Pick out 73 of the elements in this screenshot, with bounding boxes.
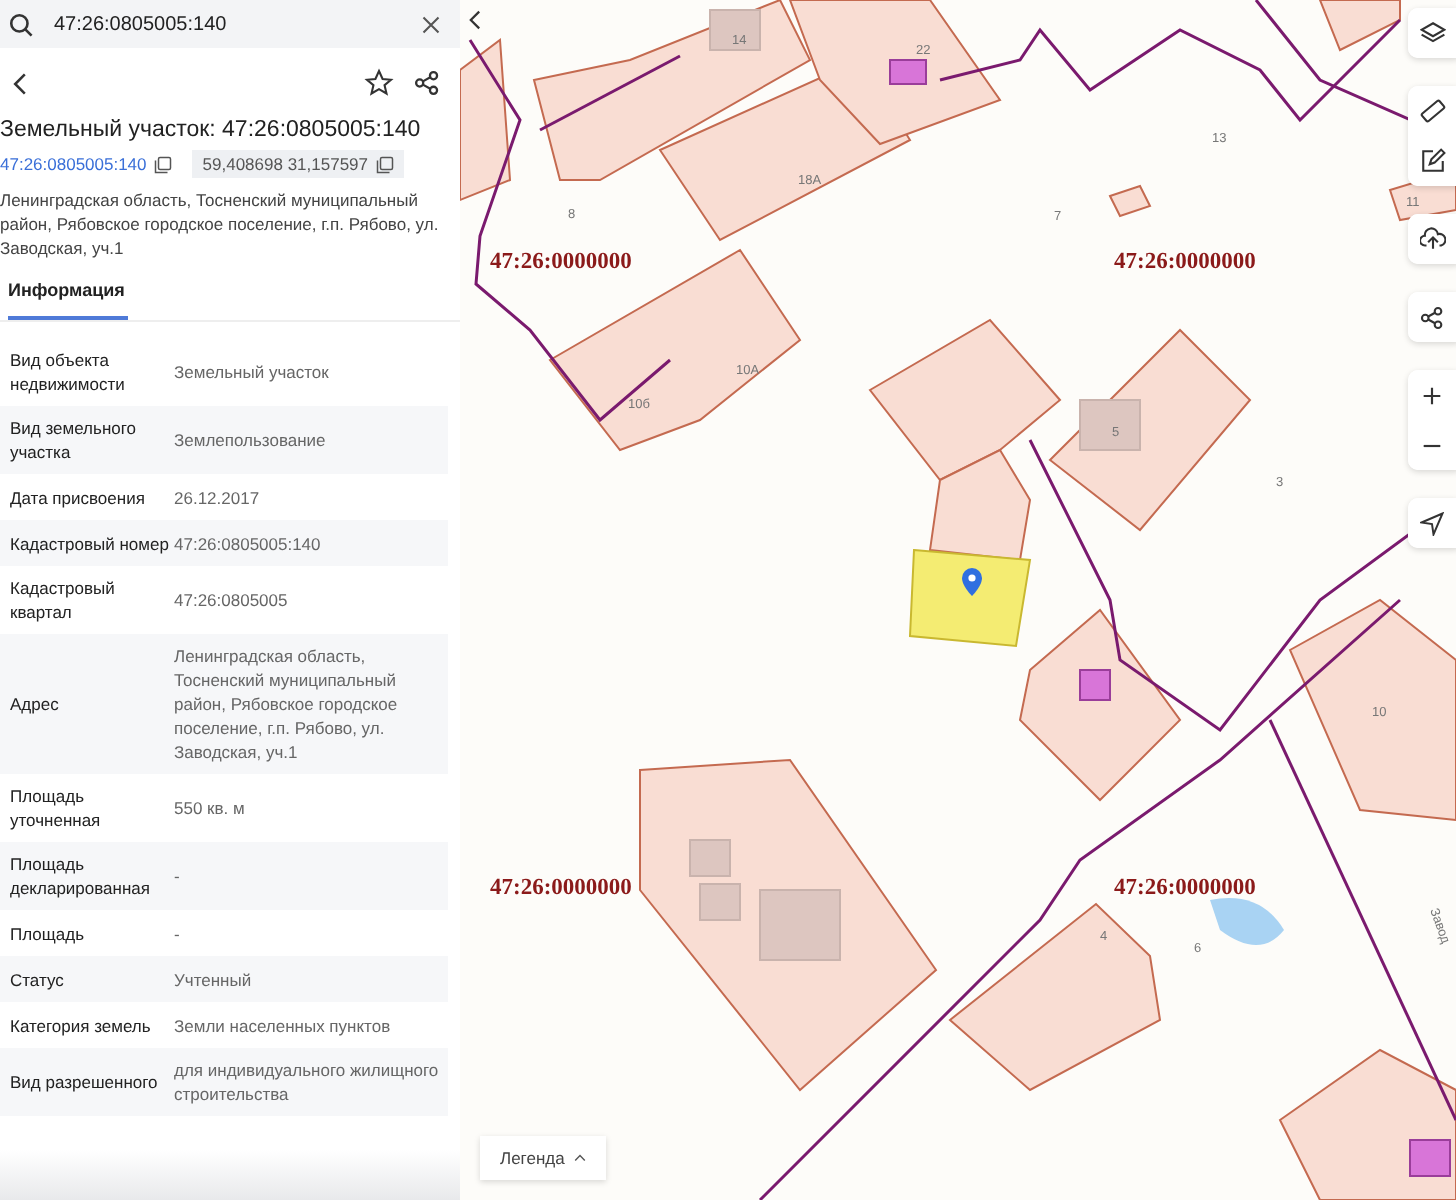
back-icon[interactable]	[12, 71, 28, 95]
chevron-icon	[468, 10, 482, 30]
zoom-in-button[interactable]	[1408, 370, 1456, 420]
field-value: 550 кв. м	[174, 796, 247, 820]
land-parcel	[1108, 184, 1152, 218]
building-footprint	[1409, 1139, 1451, 1177]
search-input[interactable]: 47:26:0805005:140	[50, 11, 406, 37]
field-label: Дата присвоения	[8, 485, 147, 509]
field-label: Кадастровый квартал	[8, 576, 117, 624]
caret-icon	[574, 1154, 587, 1162]
quarter-label: 47:26:0000000	[1114, 876, 1256, 900]
land-parcel	[1318, 0, 1401, 52]
selected-parcel[interactable]	[908, 548, 1032, 648]
ruler-button[interactable]	[1408, 86, 1456, 136]
legend-button[interactable]: Легенда	[480, 1136, 607, 1180]
star-icon[interactable]	[364, 68, 394, 98]
cadastral-number-link[interactable]: 47:26:0805005:140	[0, 154, 147, 174]
field-value: для индивидуального жилищного строительства	[174, 1058, 441, 1106]
close-icon[interactable]	[422, 15, 440, 33]
building-footprint	[699, 883, 741, 921]
field-label: Категория земель	[8, 1013, 153, 1037]
cloud-upload-icon	[1419, 226, 1445, 252]
field-label: Кадастровый номер	[8, 531, 171, 555]
location-pin-icon	[962, 568, 982, 596]
field-label: Площадь декларированная	[8, 852, 152, 900]
layers-button[interactable]	[1408, 8, 1456, 58]
field-label: Адрес	[8, 692, 61, 716]
field-label: Вид разрешенного	[8, 1070, 160, 1094]
share-icon	[1420, 305, 1444, 329]
building-footprint	[889, 59, 927, 85]
field-value: Земельный участок	[174, 360, 331, 384]
info-tab[interactable]: Информация	[8, 272, 128, 320]
collapse-button[interactable]	[464, 6, 486, 34]
field-label: Статус	[8, 967, 66, 991]
quarter-label: 47:26:0000000	[490, 876, 632, 900]
field-label: Вид земельного участка	[8, 416, 139, 464]
field-value: 47:26:0805005:140	[174, 531, 323, 555]
field-value: 26.12.2017	[174, 485, 262, 509]
navigate-button[interactable]	[1408, 498, 1456, 548]
copy-icon[interactable]	[154, 155, 173, 173]
field-value: 47:26:0805005	[174, 588, 290, 612]
field-value: Земли населенных пунктов	[174, 1013, 393, 1037]
field-label: Вид объекта недвижимости	[8, 348, 127, 396]
edit-button[interactable]	[1408, 136, 1456, 186]
field-value: Ленинградская область, Тосненский муниципальный район, Рябовское городское поселение, г.п. Рябово, ул. Заводская, уч.1	[174, 644, 400, 764]
plus-icon	[1422, 385, 1442, 405]
share-button[interactable]	[1408, 292, 1456, 342]
share-icon[interactable]	[414, 70, 440, 96]
parcel-title: Земельный участок: 47:26:0805005:140	[0, 116, 423, 146]
search-icon	[8, 11, 34, 37]
field-value: -	[174, 864, 182, 888]
search-field[interactable]: 47:26:0805005:140	[0, 0, 460, 48]
quarter-label: 47:26:0000000	[490, 250, 632, 274]
water-pond-drawing	[1210, 898, 1284, 945]
copy-icon[interactable]	[376, 155, 395, 173]
building-footprint	[1079, 669, 1111, 701]
coordinates-chip[interactable]: 59,408698 31,157597	[192, 150, 405, 178]
field-label: Площадь уточненная	[8, 784, 103, 832]
field-value: Землепользование	[174, 428, 328, 452]
quarter-label: 47:26:0000000	[1114, 250, 1256, 274]
navigation-arrow-icon	[1420, 511, 1444, 535]
upload-button[interactable]	[1408, 214, 1456, 264]
building-footprint	[1079, 399, 1141, 451]
address-text: Ленинградская область, Тосненский муниципальный район, Рябовское городское поселение, г.п. Рябово, ул. Заводская, уч.1	[0, 188, 441, 260]
building-footprint	[709, 9, 761, 51]
building-footprint	[689, 839, 731, 877]
field-value: Учтенный	[174, 967, 254, 991]
ruler-icon	[1419, 98, 1445, 124]
building-footprint	[759, 889, 841, 961]
field-value: -	[174, 921, 182, 945]
edit-icon	[1419, 148, 1445, 174]
layers-icon	[1419, 20, 1445, 46]
field-label: Площадь	[8, 921, 87, 945]
